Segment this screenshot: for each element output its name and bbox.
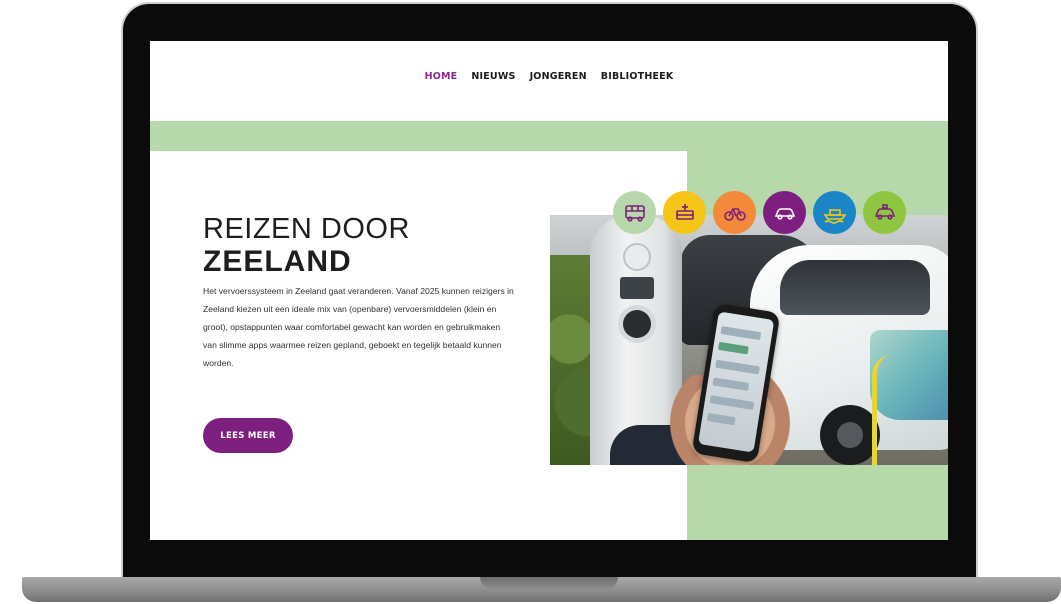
charger-socket (623, 310, 651, 338)
phone-ui-bar (709, 395, 755, 410)
hero-photo (550, 215, 948, 465)
car-window (780, 260, 930, 315)
phone-ui-bar (720, 326, 762, 341)
ferry-icon (822, 208, 847, 224)
taxi-icon-button[interactable] (863, 191, 906, 234)
charging-cable (872, 355, 897, 465)
bicycle-icon-button[interactable] (713, 191, 756, 234)
hero-title-line2: ZEELAND (203, 245, 352, 278)
website-screen: HOME NIEUWS JONGEREN BIBLIOTHEEK REIZEN … (150, 41, 948, 540)
nav-item-nieuws[interactable]: NIEUWS (471, 71, 515, 82)
lees-meer-button[interactable]: LEES MEER (203, 418, 293, 453)
car-wheel (820, 405, 880, 465)
transport-icons (613, 191, 906, 234)
nav-item-bibliotheek[interactable]: BIBLIOTHEEK (601, 71, 674, 82)
hero-title-line1: REIZEN DOOR (203, 213, 410, 245)
main-nav: HOME NIEUWS JONGEREN BIBLIOTHEEK (150, 71, 948, 82)
green-band (150, 121, 948, 151)
laptop-notch (480, 577, 618, 589)
charger-dial (625, 245, 649, 269)
hero-description: Het vervoerssysteem in Zeeland gaat vera… (203, 286, 514, 368)
bus-icon-button[interactable] (613, 191, 656, 234)
phone-ui-bar (712, 377, 750, 391)
bus-stop-icon-button[interactable] (663, 191, 706, 234)
bus-stop-icon (675, 203, 694, 220)
nav-item-jongeren[interactable]: JONGEREN (530, 71, 587, 82)
phone-ui-bar (706, 412, 736, 426)
bus-icon (624, 204, 645, 222)
car-icon (774, 207, 795, 220)
phone-ui-bar (717, 341, 749, 355)
phone-ui-bar (715, 359, 760, 375)
bicycle-icon (723, 207, 746, 221)
car-icon-button[interactable] (763, 191, 806, 234)
taxi-icon (874, 203, 895, 220)
charger-display (620, 277, 654, 299)
ferry-icon-button[interactable] (813, 191, 856, 234)
nav-item-home[interactable]: HOME (425, 71, 458, 82)
